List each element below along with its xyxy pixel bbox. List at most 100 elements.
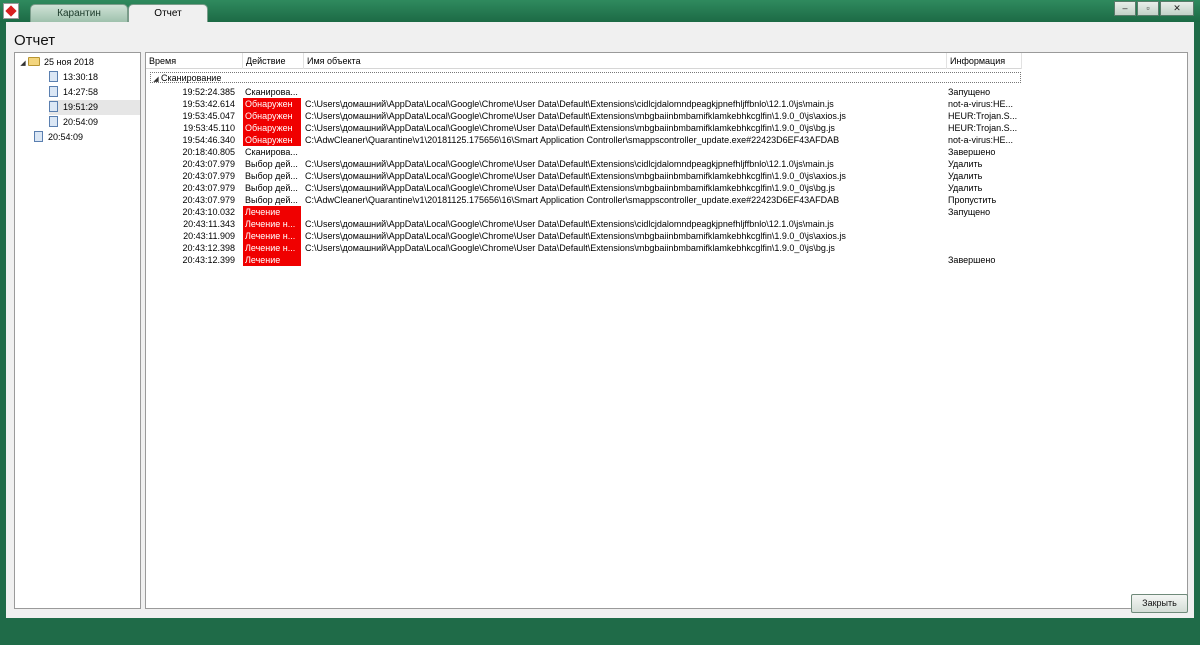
tree-node-label: 20:54:09 [63, 117, 99, 127]
tab-quarantine[interactable]: Карантин [30, 4, 128, 22]
table-row[interactable]: 20:43:11.343 Лечение н... C:\Users\домашни… [146, 218, 1022, 230]
cell-object [305, 206, 945, 218]
app-logo-icon [3, 3, 19, 19]
tree-node-session[interactable]: 13:30:18 [49, 70, 109, 85]
cell-time: 20:43:07.979 [182, 159, 235, 169]
cell-info: Запущено [948, 207, 991, 217]
minimize-button[interactable]: – [1114, 1, 1136, 16]
cell-info: HEUR:Trojan.S... [948, 123, 1018, 133]
cell-object: C:\Users\домашний\AppData\Local\Google\C… [305, 219, 834, 229]
cell-object: C:\AdwCleaner\Quarantine\v1\20181125.175… [305, 195, 840, 205]
page-title: Отчет [14, 32, 56, 49]
restore-button[interactable]: ▫ [1137, 1, 1159, 16]
report-grid: Время Действие Имя объекта Информация ◢ С… [145, 52, 1188, 609]
cell-info: Удалить [948, 159, 983, 169]
tree-node-session[interactable]: 20:54:09 [34, 130, 94, 145]
cell-action: Выбор дей... [245, 183, 298, 193]
cell-time: 19:53:45.047 [182, 111, 235, 121]
window-controls: – ▫ ✕ [1113, 1, 1194, 16]
table-row[interactable]: 20:43:10.032 Лечение Запущено [146, 206, 1022, 218]
cell-time: 20:43:12.399 [182, 255, 235, 265]
cell-info: HEUR:Trojan.S... [948, 111, 1018, 121]
cell-object: C:\AdwCleaner\Quarantine\v1\20181125.175… [305, 135, 840, 145]
table-row[interactable]: 19:53:45.047 Обнаружен C:\Users\домашний\A… [146, 110, 1022, 122]
cell-info: Пропустить [948, 195, 997, 205]
tree-node-label: 20:54:09 [48, 132, 84, 142]
table-row[interactable]: 20:43:12.399 Лечение Завершено [146, 254, 1022, 266]
cell-object [305, 146, 945, 158]
cell-time: 19:53:42.614 [182, 99, 235, 109]
cell-action: Лечение н... [243, 242, 301, 254]
tree-node-session[interactable]: 20:54:09 [49, 115, 109, 130]
table-row[interactable]: 20:18:40.805 Сканирова... Завершено [146, 146, 1022, 158]
tab-report[interactable]: Отчет [128, 4, 208, 23]
table-row[interactable]: 20:43:07.979 Выбор дей... C:\Users\домашни… [146, 158, 1022, 170]
cell-action: Сканирова... [245, 147, 298, 157]
table-row[interactable]: 20:43:07.979 Выбор дей... C:\AdwCleaner\Qu… [146, 194, 1022, 206]
folder-open-icon [28, 57, 40, 66]
cell-action: Обнаружен [243, 122, 301, 134]
tree-node-label: 14:27:58 [63, 87, 99, 97]
cell-action: Выбор дей... [245, 159, 298, 169]
cell-time: 20:43:07.979 [182, 171, 235, 181]
column-header-time[interactable]: Время [146, 53, 243, 69]
cell-action: Обнаружен [243, 134, 301, 146]
column-header-action[interactable]: Действие [243, 53, 304, 69]
cell-info: not-a-virus:HE... [948, 99, 1014, 109]
report-document-icon [49, 86, 58, 97]
cell-action: Лечение н... [243, 218, 301, 230]
cell-time: 20:43:12.398 [182, 243, 235, 253]
close-button[interactable]: Закрыть [1131, 594, 1188, 613]
cell-object: C:\Users\домашний\AppData\Local\Google\C… [305, 183, 835, 193]
cell-info: Завершено [948, 147, 996, 157]
report-date-tree: ◢ 25 ноя 2018 13:30:18 14:27:58 19:51:29 … [14, 52, 141, 609]
cell-action: Лечение н... [243, 230, 301, 242]
cell-action: Обнаружен [243, 98, 301, 110]
cell-info [948, 242, 1020, 254]
cell-time: 20:43:11.909 [183, 231, 235, 241]
column-header-object[interactable]: Имя объекта [304, 53, 947, 69]
cell-time: 20:18:40.805 [182, 147, 235, 157]
tree-node-session[interactable]: 14:27:58 [49, 85, 109, 100]
cell-info: Запущено [948, 87, 991, 97]
table-row[interactable]: 20:43:07.979 Выбор дей... C:\Users\домашни… [146, 182, 1022, 194]
cell-info: Удалить [948, 183, 983, 193]
cell-time: 19:52:24.385 [182, 87, 235, 97]
window-close-button[interactable]: ✕ [1160, 1, 1194, 16]
report-document-icon [49, 101, 58, 112]
cell-object: C:\Users\домашний\AppData\Local\Google\C… [305, 111, 846, 121]
group-row-scanning[interactable]: ◢ Сканирование [150, 72, 1021, 83]
table-row[interactable]: 20:43:11.909 Лечение н... C:\Users\домашни… [146, 230, 1022, 242]
cell-time: 20:43:07.979 [182, 183, 235, 193]
table-row[interactable]: 19:53:42.614 Обнаружен C:\Users\домашний\A… [146, 98, 1022, 110]
table-row[interactable]: 19:54:46.340 Обнаружен C:\AdwCleaner\Quara… [146, 134, 1022, 146]
column-header-info[interactable]: Информация [947, 53, 1022, 69]
cell-action: Сканирова... [245, 87, 298, 97]
cell-action: Выбор дей... [245, 171, 298, 181]
table-row[interactable]: 20:43:07.979 Выбор дей... C:\Users\домашни… [146, 170, 1022, 182]
client-area: Отчет ◢ 25 ноя 2018 13:30:18 14:27:58 19:… [6, 22, 1194, 618]
cell-info [948, 230, 1020, 242]
cell-object: C:\Users\домашний\AppData\Local\Google\C… [305, 171, 846, 181]
tree-node-session-selected[interactable]: 19:51:29 [49, 100, 140, 115]
cell-object [305, 86, 945, 98]
tree-node-label: 25 ноя 2018 [44, 57, 94, 67]
cell-object: C:\Users\домашний\AppData\Local\Google\C… [305, 123, 835, 133]
table-row[interactable]: 19:53:45.110 Обнаружен C:\Users\домашний\A… [146, 122, 1022, 134]
tree-node-date[interactable]: ◢ 25 ноя 2018 [18, 55, 94, 70]
collapse-arrow-icon[interactable]: ◢ [18, 56, 28, 71]
cell-info: Удалить [948, 171, 983, 181]
cell-time: 20:43:11.343 [183, 219, 235, 229]
table-row[interactable]: 20:43:12.398 Лечение н... C:\Users\домашни… [146, 242, 1022, 254]
report-document-icon [49, 116, 58, 127]
cell-action: Обнаружен [243, 110, 301, 122]
cell-time: 20:43:10.032 [182, 207, 235, 217]
cell-time: 20:43:07.979 [182, 195, 235, 205]
cell-object: C:\Users\домашний\AppData\Local\Google\C… [305, 99, 834, 109]
group-label: Сканирование [161, 73, 222, 83]
cell-object: C:\Users\домашний\AppData\Local\Google\C… [305, 231, 846, 241]
cell-action: Выбор дей... [245, 195, 298, 205]
collapse-arrow-icon[interactable]: ◢ [151, 75, 161, 85]
table-row[interactable]: 19:52:24.385 Сканирова... Запущено [146, 86, 1022, 98]
cell-object: C:\Users\домашний\AppData\Local\Google\C… [305, 243, 835, 253]
